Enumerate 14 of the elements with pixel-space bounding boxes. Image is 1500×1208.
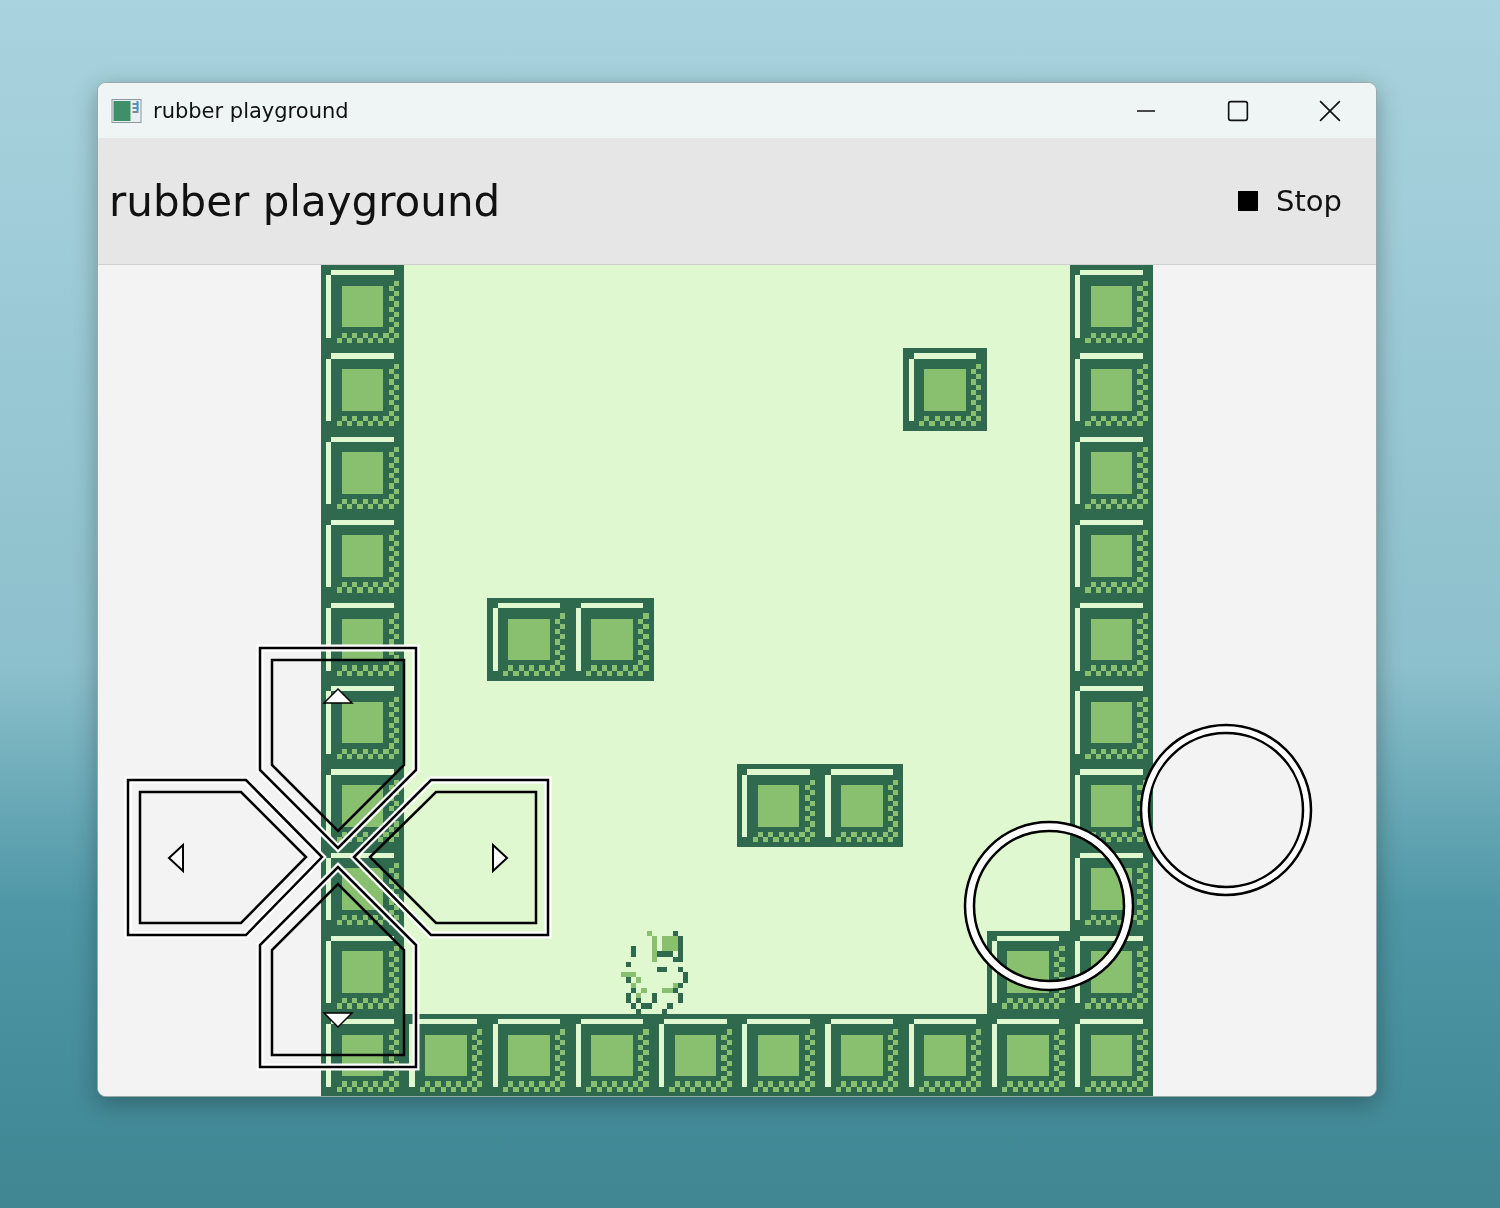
- dpad-left-button[interactable]: [124, 776, 327, 939]
- dpad-down-button[interactable]: [256, 862, 420, 1071]
- close-icon: [1319, 99, 1341, 122]
- stop-icon: [1238, 191, 1259, 211]
- window-title: rubber playground: [153, 98, 349, 123]
- app-icon: [111, 98, 142, 123]
- round-action-button[interactable]: [1139, 723, 1313, 897]
- maximize-icon: [1227, 99, 1249, 122]
- stop-button[interactable]: Stop: [1238, 180, 1342, 222]
- dpad-right-button[interactable]: [349, 776, 552, 939]
- dpad-up-button[interactable]: [256, 644, 420, 853]
- round-action-button[interactable]: [963, 820, 1135, 992]
- app-title: rubber playground: [109, 176, 501, 226]
- minimize-icon: [1135, 109, 1157, 112]
